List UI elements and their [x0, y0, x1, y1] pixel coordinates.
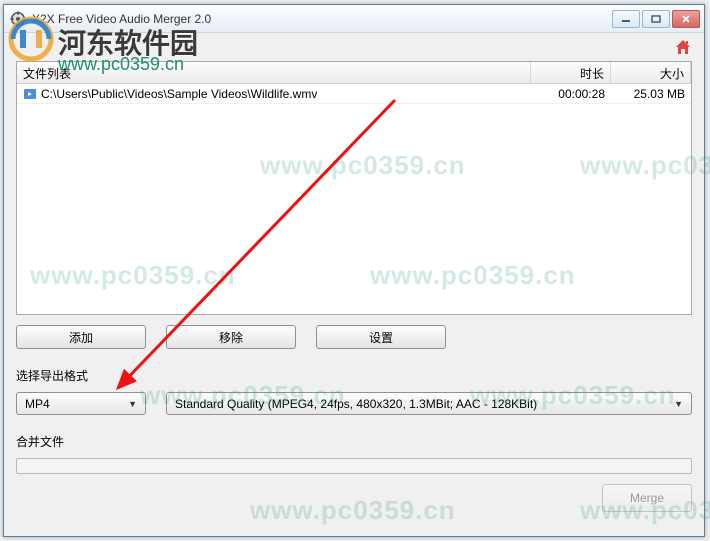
file-buttons-row: 添加 移除 设置: [16, 325, 692, 349]
quality-select[interactable]: Standard Quality (MPEG4, 24fps, 480x320,…: [166, 392, 692, 415]
format-row: MP4 ▼ Standard Quality (MPEG4, 24fps, 48…: [16, 392, 692, 415]
close-button[interactable]: [672, 10, 700, 28]
file-path: C:\Users\Public\Videos\Sample Videos\Wil…: [41, 87, 317, 101]
settings-button[interactable]: 设置: [316, 325, 446, 349]
header-filename[interactable]: 文件列表: [17, 62, 531, 83]
cell-duration: 00:00:28: [531, 87, 611, 101]
progress-bar: [16, 458, 692, 474]
remove-button[interactable]: 移除: [166, 325, 296, 349]
maximize-button[interactable]: [642, 10, 670, 28]
header-duration[interactable]: 时长: [531, 62, 611, 83]
minimize-button[interactable]: [612, 10, 640, 28]
home-icon[interactable]: [674, 38, 692, 56]
content-area: 文件列表 时长 大小 C:\Users\Public\Videos\Sample…: [4, 61, 704, 524]
cell-size: 25.03 MB: [611, 87, 691, 101]
file-list: 文件列表 时长 大小 C:\Users\Public\Videos\Sample…: [16, 61, 692, 315]
window-title: X2X Free Video Audio Merger 2.0: [32, 12, 612, 26]
window-controls: [612, 10, 700, 28]
app-window: X2X Free Video Audio Merger 2.0 文件列表 时长: [3, 4, 705, 537]
chevron-down-icon: ▼: [674, 399, 683, 409]
quality-value: Standard Quality (MPEG4, 24fps, 480x320,…: [175, 397, 537, 411]
header-size[interactable]: 大小: [611, 62, 691, 83]
merge-label: 合并文件: [16, 433, 692, 450]
add-button[interactable]: 添加: [16, 325, 146, 349]
format-select[interactable]: MP4 ▼: [16, 392, 146, 415]
merge-button[interactable]: Merge: [602, 484, 692, 512]
merge-row: Merge: [16, 484, 692, 512]
video-file-icon: [23, 87, 37, 101]
table-row[interactable]: C:\Users\Public\Videos\Sample Videos\Wil…: [17, 84, 691, 104]
titlebar: X2X Free Video Audio Merger 2.0: [4, 5, 704, 33]
output-format-label: 选择导出格式: [16, 367, 692, 384]
format-value: MP4: [25, 397, 50, 411]
chevron-down-icon: ▼: [128, 399, 137, 409]
toolbar: [4, 33, 704, 61]
file-list-header: 文件列表 时长 大小: [17, 62, 691, 84]
cell-filename: C:\Users\Public\Videos\Sample Videos\Wil…: [17, 87, 531, 101]
app-icon: [10, 11, 26, 27]
